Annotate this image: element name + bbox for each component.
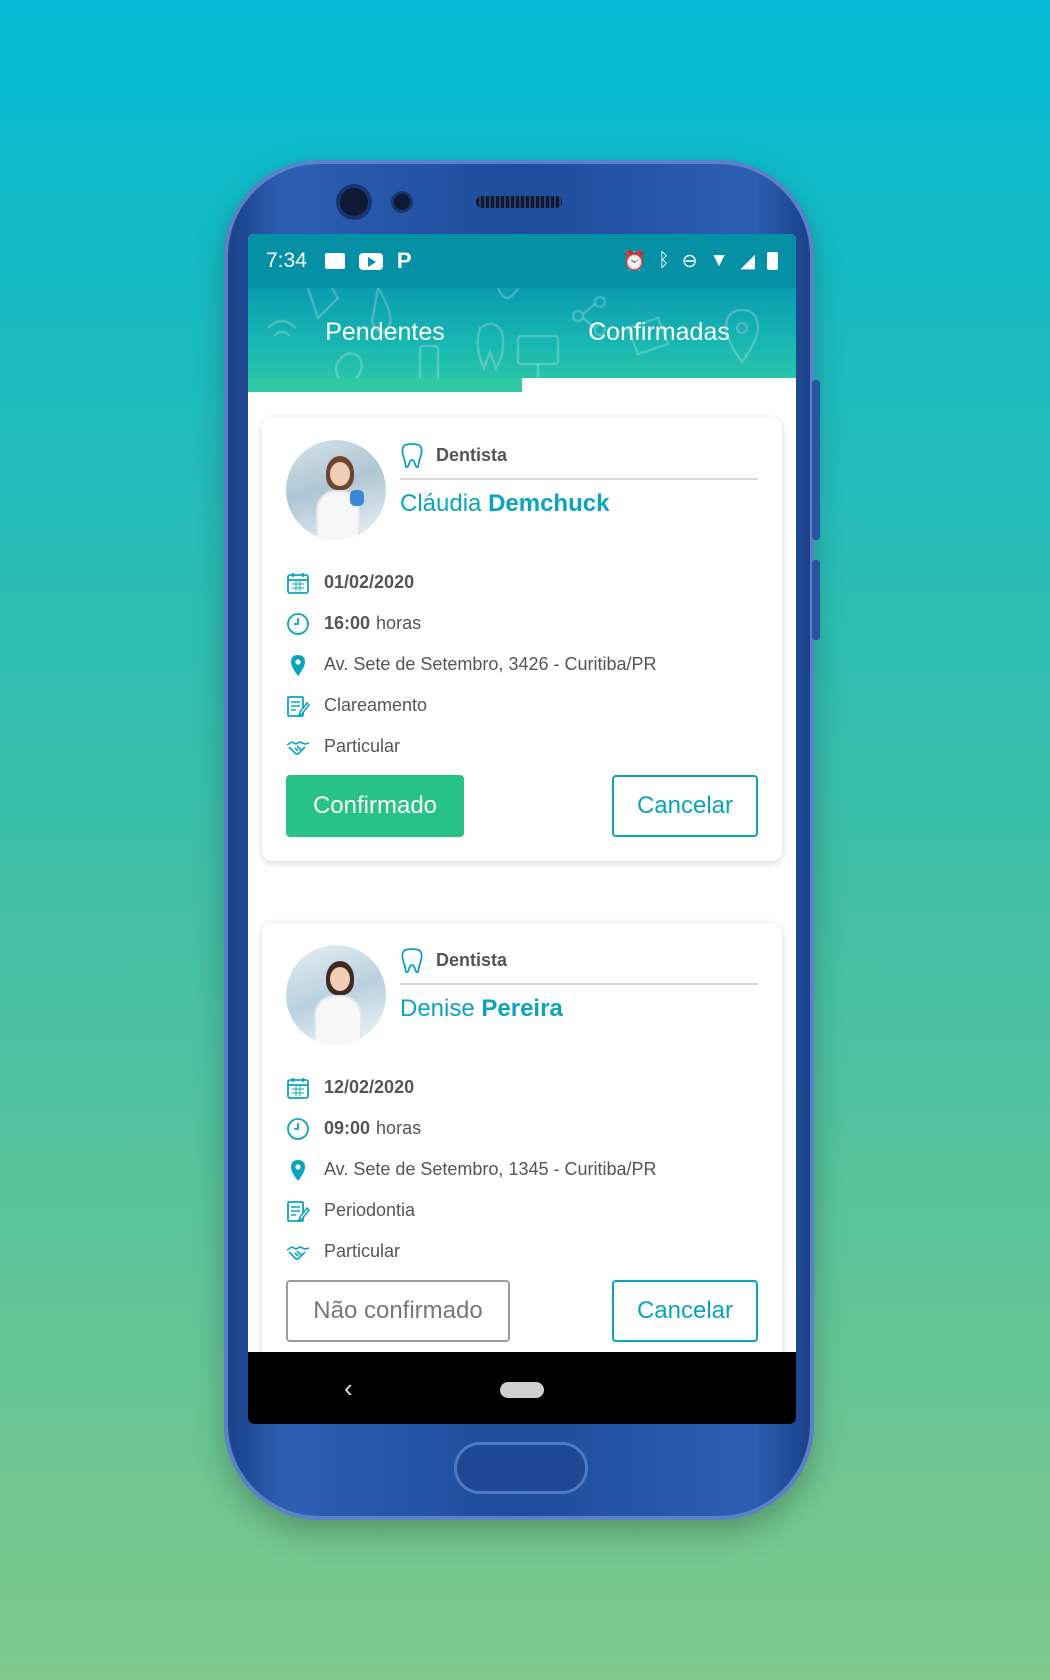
tab-bar: Pendentes Confirmadas xyxy=(248,288,796,392)
doctor-name: Denise Pereira xyxy=(400,995,758,1023)
navigation-bar: ‹ xyxy=(248,1352,796,1424)
address-value: Av. Sete de Setembro, 3426 - Curitiba/PR xyxy=(324,654,657,674)
date-row: 01/02/2020 xyxy=(286,562,758,603)
tab-confirmadas-label: Confirmadas xyxy=(588,317,730,346)
confirmed-button[interactable]: Confirmado xyxy=(286,775,464,837)
tab-pendentes[interactable]: Pendentes xyxy=(248,288,522,392)
tooth-icon xyxy=(401,948,423,973)
earpiece-speaker xyxy=(476,196,562,208)
p-icon: P xyxy=(396,248,412,273)
date-row: 12/02/2020 xyxy=(286,1067,758,1108)
doctor-first-name: Cláudia xyxy=(400,490,482,517)
time-value: 16:00 xyxy=(324,613,371,633)
active-tab-indicator xyxy=(248,378,522,392)
image-icon xyxy=(324,253,345,269)
handshake-icon xyxy=(286,735,310,759)
appointment-card: Dentista Cláudia Demchuck 01/02/2020 16:… xyxy=(262,418,782,861)
time-row: 09:00 horas xyxy=(286,1108,758,1149)
battery-icon xyxy=(767,252,778,270)
payment-value: Particular xyxy=(324,1241,401,1261)
tab-confirmadas[interactable]: Confirmadas xyxy=(522,288,796,392)
clock-icon xyxy=(286,612,310,636)
status-bar: 7:34 P ⏰ ᛒ ⊖ ▼ ◢ xyxy=(248,234,796,288)
address-value: Av. Sete de Setembro, 1345 - Curitiba/PR xyxy=(324,1159,657,1179)
phone-frame: 7:34 P ⏰ ᛒ ⊖ ▼ ◢ Pendentes Confirmadas D… xyxy=(224,160,820,1520)
status-time: 7:34 xyxy=(266,249,307,272)
notes-icon xyxy=(286,694,310,718)
tab-strip xyxy=(522,378,796,392)
home-pill-icon[interactable] xyxy=(500,1382,544,1398)
phone-screen: 7:34 P ⏰ ᛒ ⊖ ▼ ◢ Pendentes Confirmadas D… xyxy=(248,234,796,1424)
doctor-name: Cláudia Demchuck xyxy=(400,490,758,518)
procedure-row: Periodontia xyxy=(286,1190,758,1231)
doctor-avatar xyxy=(286,440,386,540)
calendar-icon xyxy=(286,1076,310,1100)
cancel-button[interactable]: Cancelar xyxy=(612,1280,758,1342)
volume-button xyxy=(812,380,820,540)
front-camera xyxy=(340,188,368,216)
payment-row: Particular xyxy=(286,1231,758,1272)
power-button xyxy=(812,560,820,640)
tab-pendentes-label: Pendentes xyxy=(325,317,445,346)
specialty-label: Dentista xyxy=(436,949,508,970)
address-row: Av. Sete de Setembro, 3426 - Curitiba/PR xyxy=(286,644,758,685)
appointment-card: Dentista Denise Pereira 12/02/2020 09:00… xyxy=(262,923,782,1366)
notes-icon xyxy=(286,1199,310,1223)
location-pin-icon xyxy=(286,653,310,677)
alarm-icon: ⏰ xyxy=(622,251,647,272)
address-row: Av. Sete de Setembro, 1345 - Curitiba/PR xyxy=(286,1149,758,1190)
dnd-icon: ⊖ xyxy=(681,250,698,272)
doctor-first-name: Denise xyxy=(400,995,475,1022)
bluetooth-icon: ᛒ xyxy=(658,250,670,271)
appointments-list: Dentista Cláudia Demchuck 01/02/2020 16:… xyxy=(248,392,796,1366)
time-suffix: horas xyxy=(376,613,422,633)
wifi-icon: ▼ xyxy=(709,250,729,271)
location-pin-icon xyxy=(286,1158,310,1182)
unconfirmed-button[interactable]: Não confirmado xyxy=(286,1280,510,1342)
back-icon[interactable]: ‹ xyxy=(344,1373,353,1404)
date-value: 12/02/2020 xyxy=(324,1077,415,1097)
cancel-button[interactable]: Cancelar xyxy=(612,775,758,837)
time-value: 09:00 xyxy=(324,1118,371,1138)
procedure-row: Clareamento xyxy=(286,685,758,726)
date-value: 01/02/2020 xyxy=(324,572,415,592)
doctor-avatar xyxy=(286,945,386,1045)
time-suffix: horas xyxy=(376,1118,422,1138)
clock-icon xyxy=(286,1117,310,1141)
procedure-value: Periodontia xyxy=(324,1200,416,1220)
procedure-value: Clareamento xyxy=(324,695,428,715)
signal-icon: ◢ xyxy=(740,250,755,272)
payment-row: Particular xyxy=(286,726,758,767)
calendar-icon xyxy=(286,571,310,595)
doctor-last-name: Demchuck xyxy=(488,490,610,517)
hardware-home-button xyxy=(454,1442,588,1494)
specialty-label: Dentista xyxy=(436,444,508,465)
doctor-last-name: Pereira xyxy=(481,995,563,1022)
proximity-sensor xyxy=(394,194,410,210)
tooth-icon xyxy=(401,443,423,468)
time-row: 16:00 horas xyxy=(286,603,758,644)
handshake-icon xyxy=(286,1240,310,1264)
youtube-icon xyxy=(358,252,383,270)
payment-value: Particular xyxy=(324,736,401,756)
